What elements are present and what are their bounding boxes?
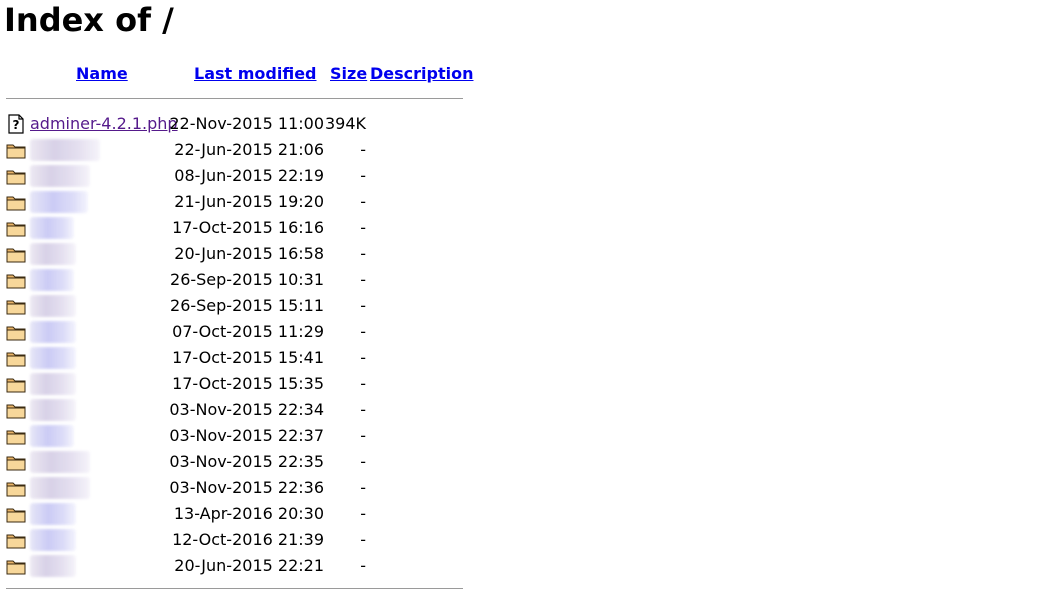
size-value: - bbox=[360, 348, 366, 367]
list-item: 26-Sep-2015 10:31- bbox=[0, 267, 480, 293]
redacted-folder-name[interactable] bbox=[30, 321, 76, 343]
size-value: 394K bbox=[324, 114, 366, 133]
folder-icon[interactable] bbox=[6, 270, 26, 290]
list-item: 17-Oct-2015 16:16- bbox=[0, 215, 480, 241]
redacted-folder-name[interactable] bbox=[30, 451, 90, 473]
size-value: - bbox=[360, 556, 366, 575]
folder-icon[interactable] bbox=[6, 400, 26, 420]
folder-icon[interactable] bbox=[6, 478, 26, 498]
sort-by-last-modified-link[interactable]: Last modified bbox=[194, 64, 317, 83]
redacted-folder-name[interactable] bbox=[30, 217, 74, 239]
folder-icon[interactable] bbox=[6, 374, 26, 394]
list-item: 12-Oct-2016 21:39- bbox=[0, 527, 480, 553]
size-value: - bbox=[360, 504, 366, 523]
folder-icon[interactable] bbox=[6, 348, 26, 368]
size-value: - bbox=[360, 452, 366, 471]
folder-icon[interactable] bbox=[6, 322, 26, 342]
folder-icon[interactable] bbox=[6, 504, 26, 524]
unknown-file-icon[interactable]: ? bbox=[6, 114, 26, 134]
list-item: 03-Nov-2015 22:34- bbox=[0, 397, 480, 423]
redacted-folder-name[interactable] bbox=[30, 529, 76, 551]
redacted-folder-name[interactable] bbox=[30, 191, 88, 213]
size-value: - bbox=[360, 478, 366, 497]
redacted-folder-name[interactable] bbox=[30, 477, 90, 499]
column-header-last-modified[interactable]: Last modified bbox=[194, 64, 317, 86]
size-value: - bbox=[360, 322, 366, 341]
list-item: 26-Sep-2015 15:11- bbox=[0, 293, 480, 319]
redacted-folder-name[interactable] bbox=[30, 555, 76, 577]
list-item: 17-Oct-2015 15:35- bbox=[0, 371, 480, 397]
directory-listing: ? adminer-4.2.1.php 22-Nov-2015 11:00 394K 2… bbox=[0, 111, 480, 579]
redacted-folder-name[interactable] bbox=[30, 165, 90, 187]
column-header-name[interactable]: Name bbox=[76, 64, 128, 86]
folder-icon[interactable] bbox=[6, 530, 26, 550]
size-value: - bbox=[360, 400, 366, 419]
redacted-folder-name[interactable] bbox=[30, 399, 76, 421]
folder-icon[interactable] bbox=[6, 166, 26, 186]
size-value: - bbox=[360, 166, 366, 185]
svg-text:?: ? bbox=[13, 118, 20, 132]
list-item: 13-Apr-2016 20:30- bbox=[0, 501, 480, 527]
folder-icon[interactable] bbox=[6, 218, 26, 238]
header-divider bbox=[6, 98, 463, 99]
size-value: - bbox=[360, 244, 366, 263]
list-item: 21-Jun-2015 19:20- bbox=[0, 189, 480, 215]
list-item: ? adminer-4.2.1.php 22-Nov-2015 11:00 394K bbox=[0, 111, 480, 137]
redacted-folder-name[interactable] bbox=[30, 269, 74, 291]
footer-divider bbox=[6, 588, 463, 589]
size-value: - bbox=[360, 530, 366, 549]
folder-icon[interactable] bbox=[6, 192, 26, 212]
folder-icon[interactable] bbox=[6, 296, 26, 316]
size-value: - bbox=[360, 426, 366, 445]
folder-icon[interactable] bbox=[6, 426, 26, 446]
list-item: 20-Jun-2015 16:58- bbox=[0, 241, 480, 267]
redacted-folder-name[interactable] bbox=[30, 373, 76, 395]
redacted-folder-name[interactable] bbox=[30, 243, 76, 265]
list-item: 03-Nov-2015 22:37- bbox=[0, 423, 480, 449]
redacted-folder-name[interactable] bbox=[30, 139, 100, 161]
list-item: 08-Jun-2015 22:19- bbox=[0, 163, 480, 189]
folder-icon[interactable] bbox=[6, 140, 26, 160]
list-item: 03-Nov-2015 22:36- bbox=[0, 475, 480, 501]
size-value: - bbox=[360, 296, 366, 315]
size-value: - bbox=[360, 140, 366, 159]
sort-by-name-link[interactable]: Name bbox=[76, 64, 128, 83]
folder-icon[interactable] bbox=[6, 244, 26, 264]
size-value: - bbox=[360, 218, 366, 237]
list-item: 07-Oct-2015 11:29- bbox=[0, 319, 480, 345]
size-value: - bbox=[360, 270, 366, 289]
list-item: 17-Oct-2015 15:41- bbox=[0, 345, 480, 371]
redacted-folder-name[interactable] bbox=[30, 295, 76, 317]
redacted-folder-name[interactable] bbox=[30, 347, 76, 369]
folder-icon[interactable] bbox=[6, 556, 26, 576]
column-header-description[interactable]: Description bbox=[370, 64, 473, 86]
redacted-folder-name[interactable] bbox=[30, 503, 76, 525]
size-value: - bbox=[360, 374, 366, 393]
column-header-size[interactable]: Size bbox=[330, 64, 367, 86]
list-item: 20-Jun-2015 22:21- bbox=[0, 553, 480, 579]
folder-icon[interactable] bbox=[6, 452, 26, 472]
list-item: 03-Nov-2015 22:35- bbox=[0, 449, 480, 475]
file-link[interactable]: adminer-4.2.1.php bbox=[30, 111, 178, 137]
page-title: Index of / bbox=[4, 1, 174, 39]
size-value: - bbox=[360, 192, 366, 211]
sort-by-size-link[interactable]: Size bbox=[330, 64, 367, 83]
sort-by-description-link[interactable]: Description bbox=[370, 64, 473, 83]
redacted-folder-name[interactable] bbox=[30, 425, 74, 447]
list-item: 22-Jun-2015 21:06- bbox=[0, 137, 480, 163]
